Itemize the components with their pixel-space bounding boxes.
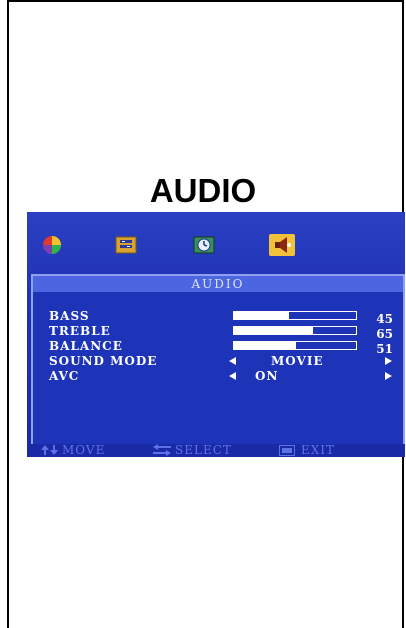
setup-icon[interactable] [113, 234, 139, 256]
arrow-left-icon[interactable] [229, 357, 236, 365]
page-title: AUDIO [149, 172, 257, 209]
setting-label: AVC [49, 369, 80, 383]
balance-slider-fill [234, 342, 297, 349]
bass-slider-fill [234, 312, 289, 319]
setting-row-avc[interactable]: AVC ON [33, 369, 403, 384]
select-hint: SELECT [175, 443, 232, 457]
clock-icon[interactable] [191, 234, 217, 256]
select-arrows-icon [151, 444, 173, 457]
arrow-right-icon[interactable] [385, 357, 392, 365]
bass-slider[interactable] [233, 311, 357, 320]
setting-label: BASS [49, 309, 90, 323]
osd-menu: AUDIO BASS 45 TREBLE 65 BALANCE 51 SOUND… [27, 212, 405, 457]
move-hint: MOVE [62, 443, 106, 457]
arrow-right-icon[interactable] [385, 372, 392, 380]
menu-key-icon [279, 445, 295, 457]
panel-title: AUDIO [33, 276, 403, 292]
picture-icon[interactable] [39, 234, 65, 256]
osd-footer: MOVE SELECT EXIT [31, 444, 405, 457]
setting-row-balance[interactable]: BALANCE 51 [33, 339, 403, 356]
setting-label: SOUND MODE [49, 354, 158, 368]
arrow-left-icon[interactable] [229, 372, 236, 380]
treble-slider-fill [234, 327, 314, 334]
setting-label: TREBLE [49, 324, 111, 338]
menu-icon-bar [27, 212, 405, 270]
treble-slider[interactable] [233, 326, 357, 335]
setting-label: BALANCE [49, 339, 123, 353]
move-arrows-icon [41, 444, 59, 457]
setting-row-bass[interactable]: BASS 45 [33, 309, 403, 326]
speaker-icon[interactable] [269, 234, 295, 256]
balance-slider[interactable] [233, 341, 357, 350]
audio-settings-list: BASS 45 TREBLE 65 BALANCE 51 SOUND MODE … [33, 309, 403, 384]
avc-value: ON [255, 369, 279, 383]
exit-hint: EXIT [301, 443, 336, 457]
audio-panel: AUDIO BASS 45 TREBLE 65 BALANCE 51 SOUND… [31, 274, 405, 446]
setting-row-treble[interactable]: TREBLE 65 [33, 324, 403, 341]
sound-mode-value: MOVIE [271, 354, 324, 368]
setting-row-sound-mode[interactable]: SOUND MODE MOVIE [33, 354, 403, 369]
